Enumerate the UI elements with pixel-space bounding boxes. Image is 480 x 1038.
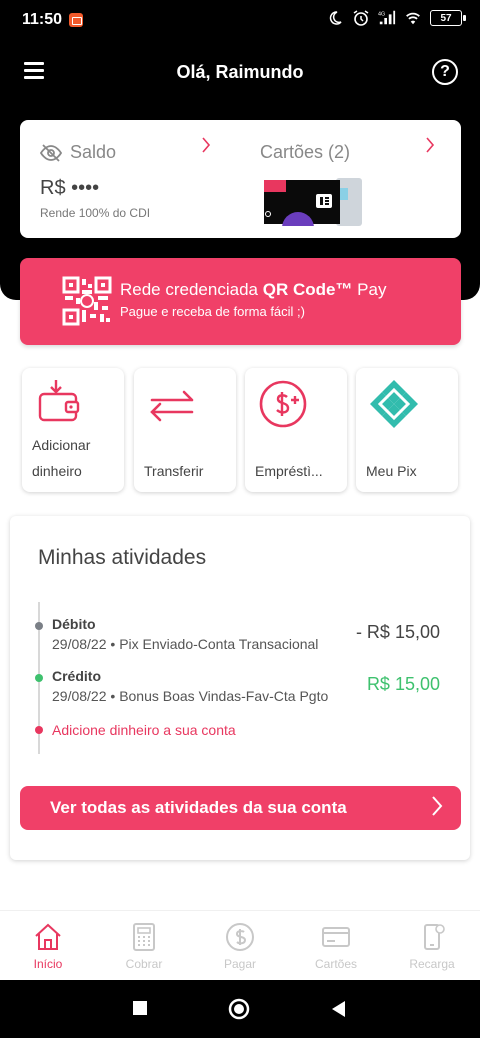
nav-pagar[interactable]: Pagar	[200, 921, 280, 971]
bottom-navigation: Início Cobrar Pagar Cartões Recarga	[0, 910, 480, 980]
nav-cobrar[interactable]: Cobrar	[104, 921, 184, 971]
qr-title-bold: QR Code™	[262, 280, 353, 299]
timeline-dot	[35, 622, 43, 630]
activity-desc-text: Pix Enviado-Conta Transacional	[119, 636, 319, 652]
activity-item[interactable]: Débito 29/08/22 • Pix Enviado-Conta Tran…	[52, 616, 318, 652]
qr-title-suffix: Pay	[352, 280, 387, 299]
home-button-icon[interactable]	[228, 998, 250, 1025]
dollar-icon	[226, 923, 254, 951]
shortcut-label-line1: Adicionar	[32, 437, 91, 453]
qr-title-prefix: Rede credenciada	[120, 280, 263, 299]
pix-icon	[370, 380, 418, 428]
activities-title: Minhas atividades	[38, 546, 207, 569]
calculator-icon	[133, 923, 155, 951]
nav-inicio[interactable]: Início	[8, 921, 88, 971]
activity-kind: Débito	[52, 616, 96, 632]
app-screen: 11:50 4G 57 Olá, Raimundo ? Saldo R$ •••…	[0, 0, 480, 1038]
balance-value: R$ ••••	[40, 177, 100, 199]
wallet-add-icon	[38, 380, 80, 422]
nav-label: Cobrar	[125, 957, 163, 971]
screen-record-icon	[69, 13, 83, 27]
cards-label: Cartões (2)	[260, 142, 351, 162]
shortcut-label: Transferir	[144, 463, 204, 479]
qr-code-icon	[62, 276, 112, 326]
back-icon[interactable]	[330, 1000, 346, 1023]
activity-description: 29/08/22 • Bonus Boas Vindas-Fav-Cta Pgt…	[52, 688, 329, 704]
activity-description: 29/08/22 • Pix Enviado-Conta Transaciona…	[52, 636, 319, 652]
chevron-right-icon	[431, 794, 443, 824]
shortcut-label: Adicionar dinheiro	[32, 432, 90, 484]
qr-banner-title: Rede credenciada QR Code™ Pay	[120, 280, 386, 300]
alarm-icon	[352, 9, 370, 27]
activity-kind: Crédito	[52, 668, 101, 684]
loan-icon	[259, 380, 307, 428]
activity-amount: - R$ 15,00	[355, 622, 440, 642]
nav-label: Cartões	[314, 957, 358, 971]
status-time: 11:50	[22, 11, 63, 28]
nav-cartoes[interactable]: Cartões	[296, 921, 376, 971]
shortcut-loan[interactable]: Empréstì...	[245, 368, 347, 492]
add-money-link[interactable]: Adicione dinheiro a sua conta	[52, 722, 236, 738]
network-type-label: 4G	[378, 11, 385, 17]
shortcut-transfer[interactable]: Transferir	[134, 368, 236, 492]
nav-label: Pagar	[223, 957, 257, 971]
signal-icon: 4G	[378, 9, 396, 27]
moon-icon	[326, 9, 344, 27]
system-navigation-bar	[0, 980, 480, 1038]
balance-label: Saldo	[70, 142, 117, 162]
home-icon	[35, 923, 61, 950]
help-icon[interactable]: ?	[432, 59, 458, 85]
nav-label: Recarga	[409, 957, 455, 971]
cards-chevron-icon[interactable]	[425, 136, 435, 160]
see-all-label: Ver todas as atividades da sua conta	[50, 798, 347, 817]
phone-recharge-icon	[424, 924, 445, 950]
balance-subtitle: Rende 100% do CDI	[40, 206, 151, 220]
status-icons: 4G 57	[326, 9, 466, 27]
recent-apps-icon[interactable]	[132, 1000, 148, 1021]
shortcut-label-line2: dinheiro	[32, 463, 82, 479]
app-bar: Olá, Raimundo ?	[0, 50, 480, 94]
cards-section[interactable]: Cartões (2)	[260, 142, 362, 226]
see-all-activities-button[interactable]: Ver todas as atividades da sua conta	[20, 786, 461, 830]
transfer-icon	[150, 390, 194, 422]
battery-level: 57	[440, 12, 452, 24]
balance-chevron-icon[interactable]	[201, 136, 211, 160]
wifi-icon	[404, 9, 422, 27]
timeline-dot	[35, 726, 43, 734]
shortcuts-row: Adicionar dinheiro Transferir Empréstì...	[22, 368, 460, 492]
cards-thumbnail	[264, 178, 362, 226]
greeting-title: Olá, Raimundo	[176, 62, 304, 82]
shortcut-label: Empréstì...	[255, 463, 323, 479]
shortcut-label: Meu Pix	[366, 463, 417, 479]
activity-amount: R$ 15,00	[366, 674, 440, 694]
timeline-dot	[35, 674, 43, 682]
balance-card: Saldo R$ •••• Rende 100% do CDI Cartões …	[20, 120, 461, 238]
nav-label: Início	[33, 957, 63, 971]
activity-date: 29/08/22	[52, 688, 107, 704]
activity-item[interactable]: Crédito 29/08/22 • Bonus Boas Vindas-Fav…	[52, 668, 328, 704]
balance-section[interactable]: Saldo R$ •••• Rende 100% do CDI	[39, 142, 151, 220]
card-icon	[322, 927, 350, 947]
activity-date: 29/08/22	[52, 636, 107, 652]
battery-icon: 57	[430, 10, 466, 26]
eye-off-icon[interactable]	[39, 143, 63, 162]
activity-desc-text: Bonus Boas Vindas-Fav-Cta Pgto	[119, 688, 329, 704]
shortcut-pix[interactable]: Meu Pix	[356, 368, 458, 492]
status-bar: 11:50 4G 57	[0, 0, 480, 40]
nav-recarga[interactable]: Recarga	[392, 921, 472, 971]
qr-banner-subtitle: Pague e receba de forma fácil ;)	[120, 304, 305, 319]
shortcut-add-money[interactable]: Adicionar dinheiro	[22, 368, 124, 492]
activities-card: Minhas atividades Débito 29/08/22 • Pix …	[10, 516, 470, 860]
qr-code-pay-banner[interactable]: Rede credenciada QR Code™ Pay Pague e re…	[20, 258, 461, 345]
